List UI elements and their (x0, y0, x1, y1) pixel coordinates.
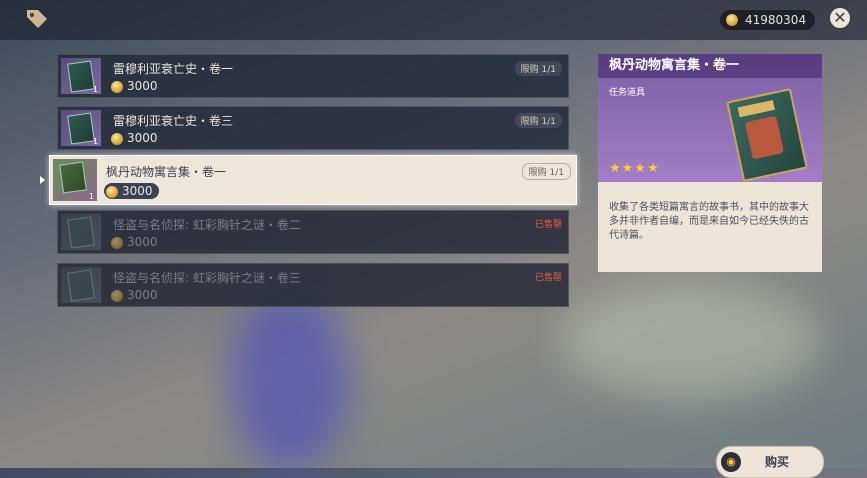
top-bar: 41980304 ✕ (0, 0, 867, 40)
close-icon: ✕ (833, 8, 847, 27)
selection-arrow-icon (40, 176, 45, 184)
book-icon (67, 112, 95, 145)
purchase-limit: 限购 1/1 (514, 61, 562, 76)
mora-coin-icon (111, 289, 123, 302)
item-name: 枫丹动物寓言集・卷一 (106, 165, 227, 179)
currency-value: 41980304 (745, 13, 807, 27)
item-count: 1 (92, 85, 98, 94)
mora-coin-icon (106, 185, 118, 198)
shop-item-selected[interactable]: 1 枫丹动物寓言集・卷一 3000 限购 1/1 (49, 155, 577, 205)
item-name: 怪盗与名侦探: 虹彩胸针之谜・卷二 (113, 218, 301, 232)
item-price: 3000 (111, 288, 158, 302)
item-count: 1 (92, 137, 98, 146)
detail-title: 枫丹动物寓言集・卷一 (598, 54, 822, 78)
shop-item[interactable]: 1 雷穆利亚衰亡史・卷一 3000 限购 1/1 (57, 54, 569, 98)
mora-coin-icon (111, 80, 123, 93)
item-price: 3000 (111, 235, 158, 249)
item-thumbnail (61, 214, 101, 250)
detail-header: 枫丹动物寓言集・卷一 任务道具 ★★★★ (598, 54, 822, 182)
item-thumbnail: 1 (61, 58, 101, 94)
soldout-label: 已售罄 (534, 220, 562, 230)
purchase-limit: 限购 1/1 (521, 163, 571, 180)
shop-item-soldout[interactable]: 怪盗与名侦探: 虹彩胸针之谜・卷二 3000 已售罄 (57, 210, 569, 254)
soldout-label: 已售罄 (534, 273, 562, 283)
book-icon (67, 269, 95, 302)
shop-item-soldout[interactable]: 怪盗与名侦探: 虹彩胸针之谜・卷三 3000 已售罄 (57, 263, 569, 307)
book-icon (59, 161, 87, 194)
rarity-stars: ★★★★ (609, 161, 660, 176)
price-value: 3000 (127, 131, 158, 145)
item-name: 怪盗与名侦探: 虹彩胸针之谜・卷三 (113, 271, 301, 285)
price-value: 3000 (127, 288, 158, 302)
book-icon (67, 60, 95, 93)
tag-icon (27, 10, 47, 28)
item-name: 雷穆利亚衰亡史・卷一 (113, 62, 234, 76)
item-count: 1 (88, 192, 94, 201)
price-value: 3000 (127, 235, 158, 249)
item-price: 3000 (111, 79, 158, 93)
mora-coin-icon (111, 132, 123, 145)
confirm-key-icon: ◉ (721, 452, 741, 472)
price-value: 3000 (127, 79, 158, 93)
item-price: 3000 (111, 131, 158, 145)
book-icon (67, 216, 95, 249)
item-thumbnail: 1 (53, 159, 97, 201)
item-name: 雷穆利亚衰亡史・卷三 (113, 114, 234, 128)
item-description: 收集了各类短篇寓言的故事书，其中的故事大多并非作者自编，而是来自如今已经失佚的古… (609, 202, 809, 241)
shop-item[interactable]: 1 雷穆利亚衰亡史・卷三 3000 限购 1/1 (57, 106, 569, 150)
item-price: 3000 (104, 183, 159, 199)
background-light (560, 280, 820, 400)
item-thumbnail: 1 (61, 110, 101, 146)
close-button[interactable]: ✕ (828, 6, 852, 30)
item-detail-panel: 枫丹动物寓言集・卷一 任务道具 ★★★★ 收集了各类短篇寓言的故事书，其中的故事… (598, 54, 822, 272)
mora-coin-icon (111, 236, 123, 249)
currency-display: 41980304 (720, 10, 815, 30)
book-illustration (726, 88, 808, 182)
buy-button[interactable]: ◉ 购买 (716, 446, 824, 478)
purchase-limit: 限购 1/1 (514, 113, 562, 128)
background-figure (230, 290, 350, 470)
mora-coin-icon (726, 14, 738, 26)
price-value: 3000 (122, 184, 153, 198)
buy-label: 购买 (765, 455, 790, 469)
item-thumbnail (61, 267, 101, 303)
item-type: 任务道具 (609, 88, 646, 98)
